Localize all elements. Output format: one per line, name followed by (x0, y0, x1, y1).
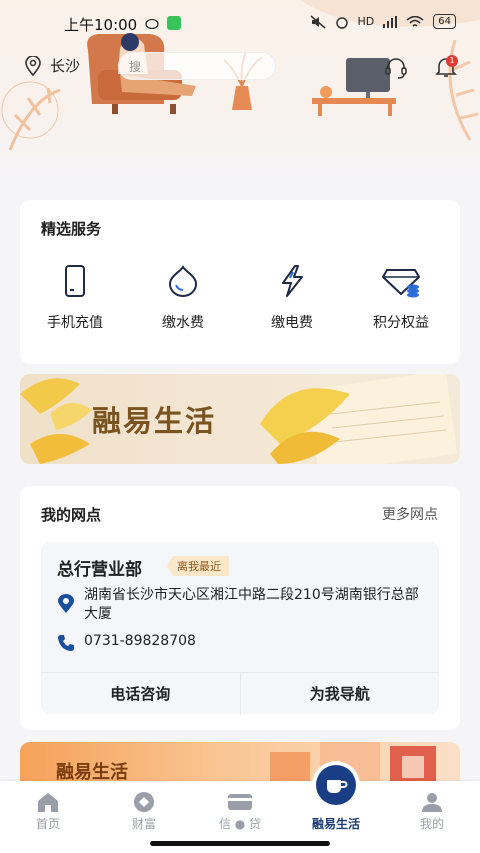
ginkgo-leaves-decoration (20, 374, 458, 464)
signal-icon (383, 15, 398, 28)
notification-badge: 1 (446, 55, 458, 67)
navigate-button[interactable]: 为我导航 (241, 673, 440, 715)
tab-label: 融易生活 (311, 817, 360, 831)
my-branch-card: 我的网点 更多网点 总行营业部 离我最近 湖南省长沙市天心区湘江中路二段210号… (20, 486, 460, 730)
branch-name: 总行营业部 (57, 560, 142, 580)
status-time: 上午10:00 (64, 16, 138, 34)
home-indicator (150, 841, 330, 846)
tab-label: 我的 (419, 817, 444, 831)
user-icon (422, 793, 442, 812)
tab-life[interactable]: 融易生活 (296, 789, 376, 832)
branch-detail: 总行营业部 离我最近 湖南省长沙市天心区湘江中路二段210号湖南银行总部大厦 0… (41, 542, 439, 715)
call-button[interactable]: 电话咨询 (41, 673, 241, 715)
location-pin-icon (25, 55, 41, 76)
signal-hd-label: HD (357, 15, 375, 28)
message-icon (145, 18, 159, 30)
nearest-tag: 离我最近 (167, 556, 229, 576)
alarm-icon (335, 16, 348, 29)
service-phone-recharge[interactable]: 手机充值 (30, 264, 120, 332)
home-icon (38, 793, 58, 812)
diamond-coins-icon (382, 269, 420, 298)
service-label: 缴电费 (271, 315, 313, 331)
location-city: 长沙 (50, 57, 81, 75)
branch-address: 湖南省长沙市天心区湘江中路二段210号湖南银行总部大厦 (84, 587, 419, 622)
wifi-icon (406, 15, 424, 27)
life-banner[interactable]: 融易生活 (20, 374, 460, 464)
branch-phone: 0731-89828708 (84, 633, 196, 649)
location-pin-icon (58, 594, 74, 613)
search-placeholder: 搜 (129, 59, 142, 74)
tab-loan[interactable]: 信 ● 贷 (200, 789, 280, 832)
search-input[interactable]: 搜 (118, 52, 276, 80)
phone-icon (65, 265, 85, 297)
branch-actions: 电话咨询 为我导航 (41, 672, 439, 715)
status-bar: 上午10:00 HD 64 (0, 0, 480, 48)
card-icon (228, 794, 252, 810)
tab-home[interactable]: 首页 (8, 789, 88, 832)
service-label: 手机充值 (47, 315, 103, 331)
tab-label: 财富 (131, 817, 156, 831)
location-selector[interactable]: 长沙 (24, 55, 80, 76)
service-label: 缴水费 (162, 315, 204, 331)
banner-title: 融易生活 (92, 404, 217, 438)
customer-service-button[interactable] (384, 56, 408, 84)
service-points-benefits[interactable]: 积分权益 (356, 264, 446, 332)
services-title: 精选服务 (41, 220, 102, 238)
battery-level: 64 (433, 14, 456, 29)
services-card: 精选服务 手机充值 缴水费 缴电费 积分权益 (20, 200, 460, 364)
headset-icon (385, 58, 407, 79)
tab-mine[interactable]: 我的 (392, 789, 472, 832)
water-drop-icon (168, 265, 198, 297)
mute-icon (310, 14, 326, 29)
phone-call-icon (58, 635, 74, 651)
more-branches-link[interactable]: 更多网点 (382, 504, 438, 524)
service-label: 积分权益 (373, 315, 429, 331)
service-electric-bill[interactable]: 缴电费 (247, 264, 337, 332)
tab-label: 信 ● 贷 (218, 817, 262, 831)
tab-label: 首页 (35, 817, 60, 831)
lightning-icon (282, 265, 303, 297)
status-icons: HD 64 (310, 14, 456, 29)
wealth-icon (134, 792, 154, 812)
service-water-bill[interactable]: 缴水费 (138, 264, 228, 332)
branch-section-title: 我的网点 (41, 506, 102, 524)
wechat-icon (167, 16, 181, 30)
tab-wealth[interactable]: 财富 (104, 789, 184, 832)
